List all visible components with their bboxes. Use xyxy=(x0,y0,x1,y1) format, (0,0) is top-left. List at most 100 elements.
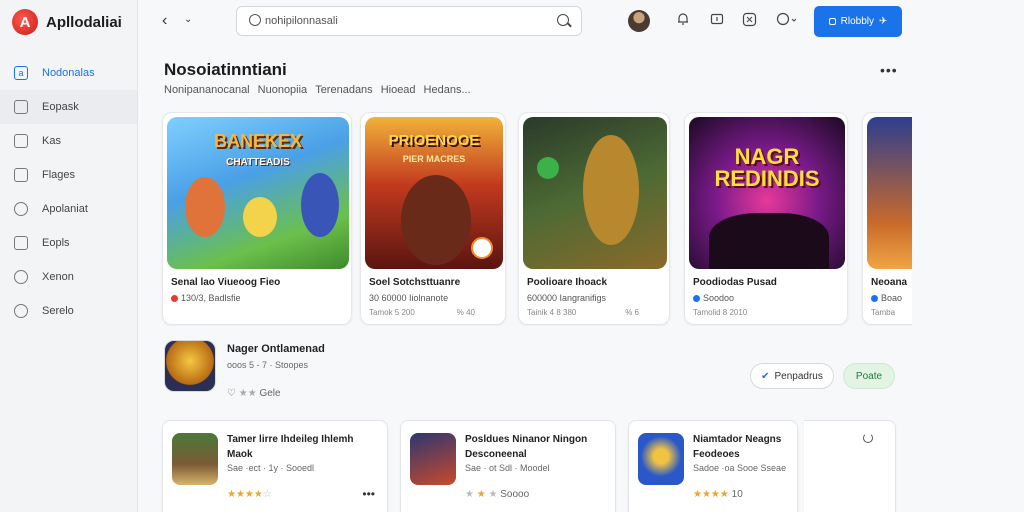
sidebar-item-gauge[interactable]: Xenon xyxy=(0,260,137,294)
card-meta-right: % 6 xyxy=(625,308,639,317)
chat-icon[interactable] xyxy=(776,12,797,30)
chart-icon xyxy=(14,202,28,216)
character-figure xyxy=(401,175,471,265)
section-title: Nosoiatinntiani xyxy=(164,60,287,79)
message-icon[interactable] xyxy=(710,12,724,29)
chip[interactable]: Hioead xyxy=(381,84,416,96)
app-icon xyxy=(638,433,684,485)
app-title: Apllodaliai xyxy=(46,13,122,31)
heart-icon[interactable]: ♡ xyxy=(227,388,236,399)
cta-label: Rlobbly xyxy=(840,16,874,27)
send-icon: ✈ xyxy=(878,16,888,27)
card-meta-secondary: Tainik 4 8 380 xyxy=(527,308,577,317)
apps-icon[interactable] xyxy=(742,12,757,30)
publisher-dot-icon xyxy=(693,295,700,302)
sidebar-item-chart[interactable]: Apolaniat xyxy=(0,192,137,226)
art-title: NAGR xyxy=(734,144,800,169)
more-options-icon[interactable]: ••• xyxy=(362,487,375,501)
card-meta: 600000 Iangranifigs xyxy=(527,293,607,303)
brand[interactable]: A Apllodaliai xyxy=(0,0,137,44)
card-title: Soel Sotchsttuanre xyxy=(369,277,461,288)
more-options-icon[interactable]: ••• xyxy=(880,62,898,78)
tag-icon xyxy=(14,168,28,182)
sidebar-item-label: Eopls xyxy=(42,237,70,249)
game-art: BANEKEX CHATTEADIS xyxy=(167,117,349,269)
featured-meta: ooos 5 - 7 · Stoopes xyxy=(227,360,309,370)
chip[interactable]: Hedans... xyxy=(424,84,471,96)
crowd-silhouette xyxy=(709,213,829,269)
sidebar-item-grid[interactable]: Kas xyxy=(0,124,137,158)
game-card[interactable]: PRIOENOOE PIER MACRES Soel Sotchsttuanre… xyxy=(360,112,506,325)
sidebar-item-home[interactable]: a Nodonalas xyxy=(0,56,137,90)
art-subtitle: PIER MACRES xyxy=(402,154,466,164)
app-list-card[interactable]: Niamtador Neagns Feodeoes Sadoe ·oa Sooe… xyxy=(628,420,798,512)
game-art: NAGR REDINDIS xyxy=(689,117,845,269)
card-meta-right: % 40 xyxy=(456,308,475,317)
search-input[interactable]: nohipilonnasali xyxy=(236,6,582,36)
app-logo-icon: A xyxy=(12,9,38,35)
chip[interactable]: Nonipananocanal xyxy=(164,84,250,96)
sidebar-item-tag[interactable]: Flages xyxy=(0,158,137,192)
card-title: Poodiodas Pusad xyxy=(693,277,777,288)
app-window: A Apllodaliai a Nodonalas Eopask Kas Fla… xyxy=(0,0,1024,512)
game-art xyxy=(867,117,912,269)
sidebar-item-label: Kas xyxy=(42,135,61,147)
game-art xyxy=(523,117,667,269)
game-card[interactable]: NAGR REDINDIS Poodiodas Pusad Soodoo Tam… xyxy=(684,112,848,325)
gauge-icon xyxy=(14,270,28,284)
character-figure xyxy=(243,197,277,237)
install-button[interactable]: Poate xyxy=(843,363,895,389)
game-card[interactable]: BANEKEX CHATTEADIS Senal lao Viueoog Fie… xyxy=(162,112,352,325)
app-meta: Sadoe ·oa Sooe Sseae xyxy=(693,463,787,473)
star-rating: ★★★★☆ xyxy=(227,489,272,500)
details-button[interactable]: ✔ Penpadrus xyxy=(750,363,834,389)
featured-rating: ♡ ★★ Gele xyxy=(227,388,281,399)
folder-icon xyxy=(14,100,28,114)
search-value: nohipilonnasali xyxy=(265,15,338,27)
bell-icon[interactable] xyxy=(676,12,690,29)
app-icon xyxy=(172,433,218,485)
primary-action-button[interactable]: Rlobbly ✈ xyxy=(814,6,902,37)
featured-app-icon[interactable] xyxy=(164,340,216,392)
chip[interactable]: Nuonopiia xyxy=(258,84,308,96)
sidebar: A Apllodaliai a Nodonalas Eopask Kas Fla… xyxy=(0,0,138,512)
app-meta: Sae ·ect · 1y · Sooedl xyxy=(227,463,315,473)
details-button-label: Penpadrus xyxy=(774,370,823,382)
card-title: Senal lao Viueoog Fieo xyxy=(171,277,281,288)
grid-icon xyxy=(14,134,28,148)
app-list-card[interactable] xyxy=(804,420,896,512)
character-figure xyxy=(583,135,639,245)
character-figure xyxy=(301,173,339,237)
app-list-card[interactable]: Tamer lirre Ihdeileg Ihlemh Maok Sae ·ec… xyxy=(162,420,388,512)
star-rating: ★ ★ ★ Soooo xyxy=(465,489,530,500)
game-card[interactable]: Neoana Boao Tamba xyxy=(862,112,912,325)
sidebar-item-label: Apolaniat xyxy=(42,203,88,215)
sidebar-item-label: Xenon xyxy=(42,271,74,283)
settings-icon xyxy=(14,304,28,318)
top-bar: ‹ ⌄ nohipilonnasali Rlobbly ✈ xyxy=(138,0,1024,44)
back-arrow-icon[interactable]: ‹ xyxy=(162,12,167,30)
star-icon: ★★ xyxy=(238,388,257,399)
sidebar-item-label: Flages xyxy=(42,169,76,181)
card-meta: Boao xyxy=(871,293,902,303)
art-title: BANEKEX xyxy=(213,131,302,151)
card-meta: 30 60000 Iiolnanote xyxy=(369,293,449,303)
chevron-down-icon[interactable]: ⌄ xyxy=(184,14,192,25)
sidebar-item-folder[interactable]: Eopask xyxy=(0,90,137,124)
filter-chips: Nonipananocanal Nuonopiia Terenadans Hio… xyxy=(164,84,471,96)
star-rating: ★★★★ 10 xyxy=(693,489,743,500)
sidebar-nav: a Nodonalas Eopask Kas Flages Apolaniat xyxy=(0,56,137,328)
sidebar-item-settings[interactable]: Serelo xyxy=(0,294,137,328)
featured-title[interactable]: Nager Ontlamenad xyxy=(227,343,325,355)
avatar[interactable] xyxy=(628,10,650,32)
search-submit-icon[interactable] xyxy=(557,14,569,26)
sidebar-item-list[interactable]: Eopls xyxy=(0,226,137,260)
app-title: Posldues Ninanor Ningon Desconeenal xyxy=(465,434,588,460)
card-meta: Soodoo xyxy=(693,293,734,303)
chip[interactable]: Terenadans xyxy=(315,84,373,96)
sidebar-item-label: Eopask xyxy=(42,101,79,113)
app-list-card[interactable]: Posldues Ninanor Ningon Desconeenal Sae … xyxy=(400,420,616,512)
art-title: PRIOENOOE xyxy=(388,132,480,149)
card-meta: 130/3, Badlsfie xyxy=(171,293,241,303)
game-card[interactable]: Poolioare Ihoack 600000 Iangranifigs Tai… xyxy=(518,112,670,325)
